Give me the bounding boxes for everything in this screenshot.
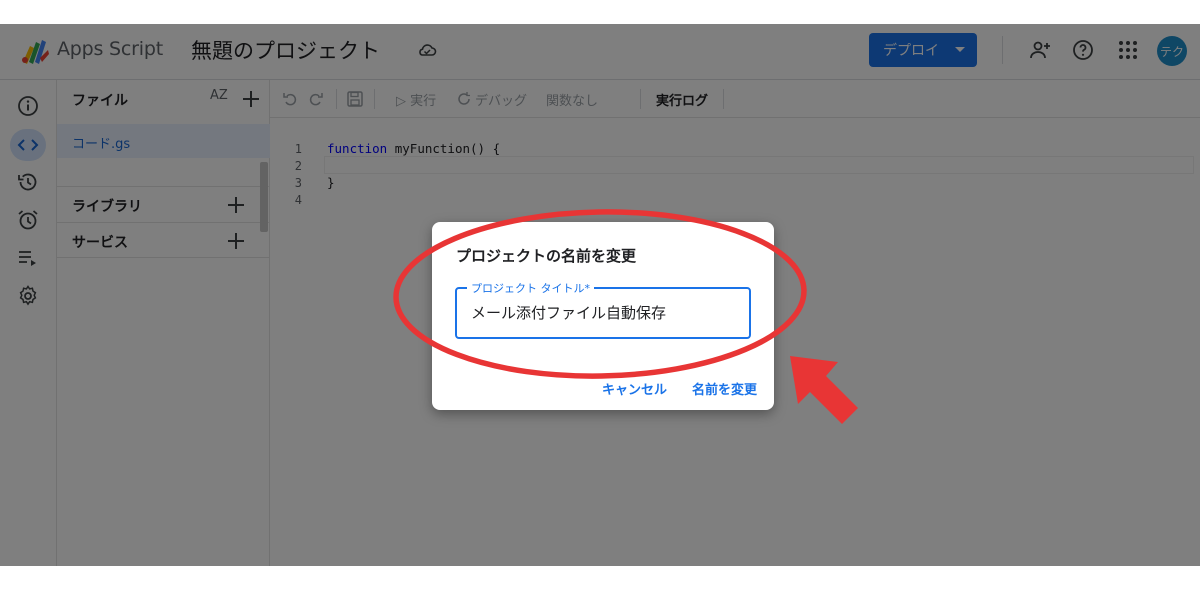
rename-project-dialog: プロジェクトの名前を変更 プロジェクト タイトル* キャンセル 名前を変更 (432, 222, 774, 410)
app-window: Apps Script 無題のプロジェクト デプロイ (0, 24, 1200, 566)
dialog-title: プロジェクトの名前を変更 (456, 247, 637, 265)
project-title-input[interactable] (471, 303, 731, 321)
cancel-button[interactable]: キャンセル (602, 379, 667, 398)
field-label: プロジェクト タイトル* (467, 280, 594, 296)
project-title-field[interactable]: プロジェクト タイトル* (455, 280, 751, 339)
rename-button[interactable]: 名前を変更 (692, 379, 757, 398)
